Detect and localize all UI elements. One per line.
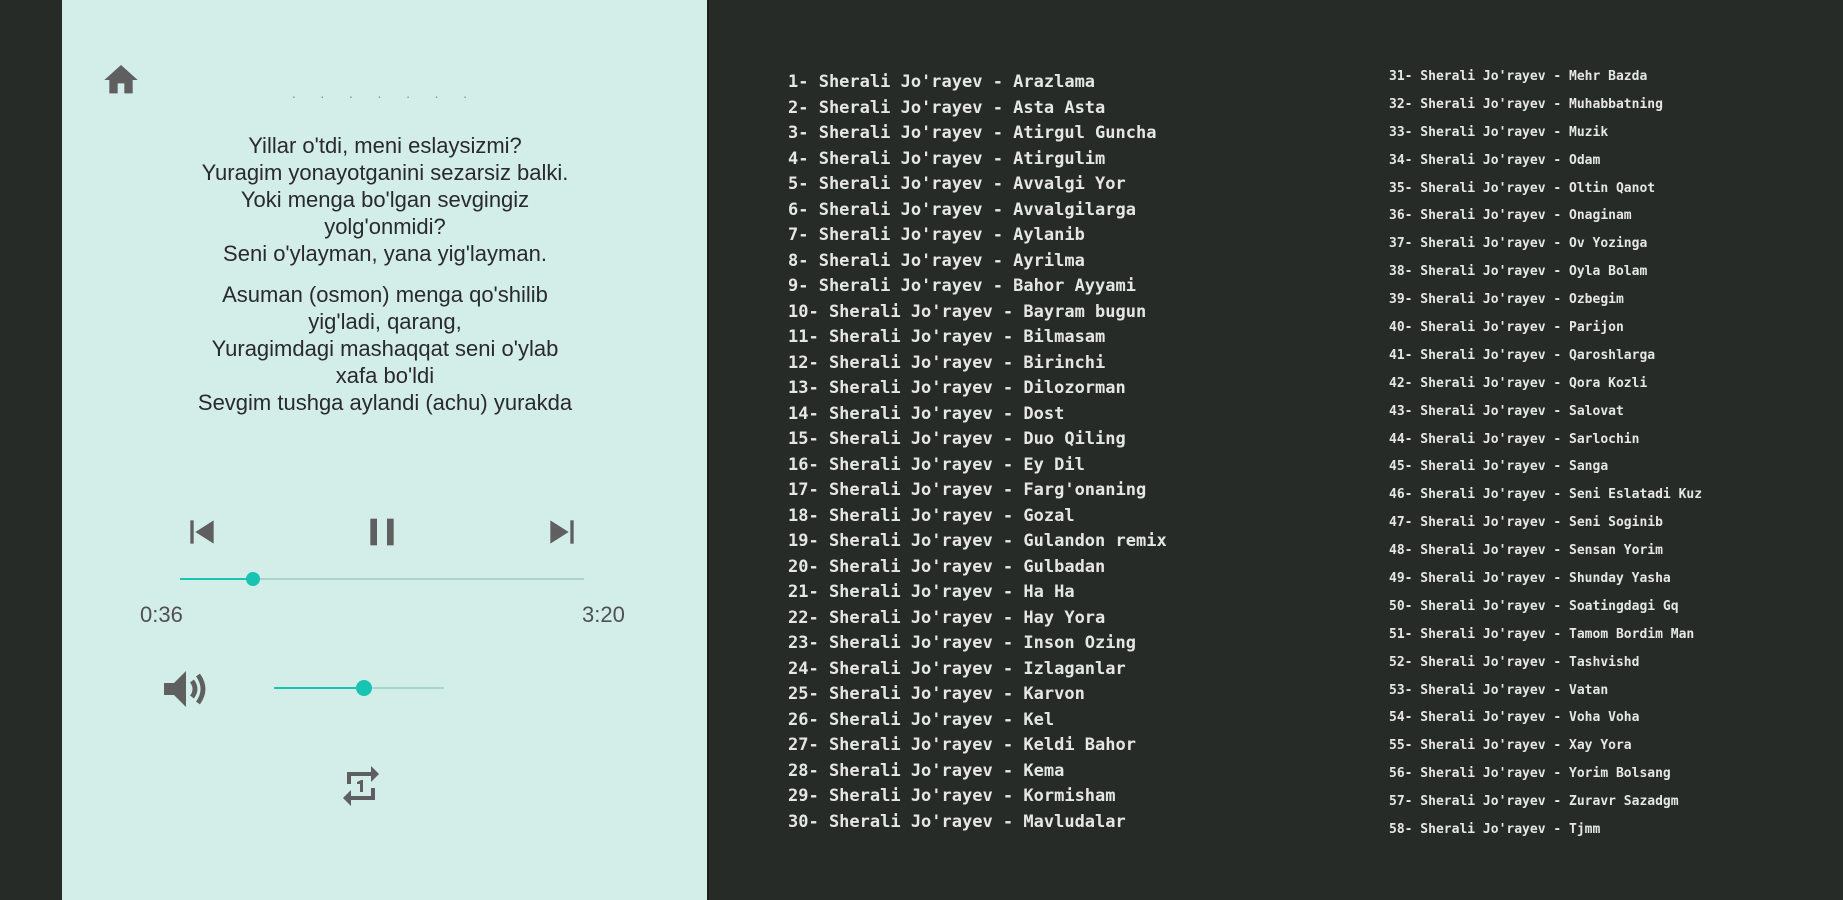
playlist-track[interactable]: 11- Sherali Jo'rayev - Bilmasam <box>788 325 1328 351</box>
playlist-track[interactable]: 57- Sherali Jo'rayev - Zuravr Sazadgm <box>1389 788 1809 816</box>
pause-icon[interactable] <box>362 512 402 552</box>
playlist-track[interactable]: 24- Sherali Jo'rayev - Izlaganlar <box>788 657 1328 683</box>
playlist-track[interactable]: 42- Sherali Jo'rayev - Qora Kozli <box>1389 370 1809 398</box>
playlist-track[interactable]: 47- Sherali Jo'rayev - Seni Soginib <box>1389 509 1809 537</box>
playlist-track[interactable]: 30- Sherali Jo'rayev - Mavludalar <box>788 810 1328 836</box>
playlist-track[interactable]: 4- Sherali Jo'rayev - Atirgulim <box>788 147 1328 173</box>
playlist-track[interactable]: 22- Sherali Jo'rayev - Hay Yora <box>788 606 1328 632</box>
playlist-track[interactable]: 10- Sherali Jo'rayev - Bayram bugun <box>788 300 1328 326</box>
skip-previous-icon[interactable] <box>180 512 224 552</box>
lyric-line: Yoki menga bo'lgan sevgingiz <box>240 187 530 212</box>
volume-slider-fill <box>274 687 365 689</box>
playlist-track[interactable]: 19- Sherali Jo'rayev - Gulandon remix <box>788 529 1328 555</box>
seek-bar-thumb[interactable] <box>245 572 260 586</box>
playlist-track[interactable]: 23- Sherali Jo'rayev - Inson Ozing <box>788 631 1328 657</box>
lyric-line: Seni o'ylayman, yana yig'layman. <box>223 241 547 266</box>
playlist-track[interactable]: 48- Sherali Jo'rayev - Sensan Yorim <box>1389 537 1809 565</box>
lyric-line: Sevgim tushga aylandi (achu) yurakda <box>197 390 573 415</box>
playlist-track[interactable]: 53- Sherali Jo'rayev - Vatan <box>1389 677 1809 705</box>
playlist-track[interactable]: 8- Sherali Jo'rayev - Ayrilma <box>788 249 1328 275</box>
lyrics-stanza: Yillar o'tdi, meni eslaysizmi? Yuragim y… <box>140 132 630 267</box>
playlist-track[interactable]: 33- Sherali Jo'rayev - Muzik <box>1389 119 1809 147</box>
playlist-track[interactable]: 51- Sherali Jo'rayev - Tamom Bordim Man <box>1389 621 1809 649</box>
seek-bar[interactable] <box>180 572 584 586</box>
total-time: 3:20 <box>582 602 625 627</box>
playlist-column-left: 1- Sherali Jo'rayev - Arazlama 2- Sherali… <box>788 70 1328 835</box>
playlist-track[interactable]: 45- Sherali Jo'rayev - Sanga <box>1389 453 1809 481</box>
playlist-track[interactable]: 9- Sherali Jo'rayev - Bahor Ayyami <box>788 274 1328 300</box>
playlist-track[interactable]: 37- Sherali Jo'rayev - Ov Yozinga <box>1389 230 1809 258</box>
playlist-column-right: 31- Sherali Jo'rayev - Mehr Bazda 32- She… <box>1389 63 1809 844</box>
lyrics-view[interactable]: Yillar o'tdi, meni eslaysizmi? Yuragim y… <box>140 132 630 418</box>
playlist-track[interactable]: 6- Sherali Jo'rayev - Avvalgilarga <box>788 198 1328 224</box>
playlist-track[interactable]: 3- Sherali Jo'rayev - Atirgul Guncha <box>788 121 1328 147</box>
playlist-track[interactable]: 21- Sherali Jo'rayev - Ha Ha <box>788 580 1328 606</box>
playlist-track[interactable]: 1- Sherali Jo'rayev - Arazlama <box>788 70 1328 96</box>
playlist-track[interactable]: 39- Sherali Jo'rayev - Ozbegim <box>1389 286 1809 314</box>
playlist-track[interactable]: 12- Sherali Jo'rayev - Birinchi <box>788 351 1328 377</box>
playlist-track[interactable]: 43- Sherali Jo'rayev - Salovat <box>1389 398 1809 426</box>
playlist-track[interactable]: 20- Sherali Jo'rayev - Gulbadan <box>788 555 1328 581</box>
playlist-track[interactable]: 40- Sherali Jo'rayev - Parijon <box>1389 314 1809 342</box>
lyric-line: Asuman (osmon) menga qo'shilib <box>222 282 548 307</box>
playlist-track[interactable]: 55- Sherali Jo'rayev - Xay Yora <box>1389 732 1809 760</box>
playlist-track[interactable]: 7- Sherali Jo'rayev - Aylanib <box>788 223 1328 249</box>
skip-next-icon[interactable] <box>540 512 584 552</box>
playlist-track[interactable]: 56- Sherali Jo'rayev - Yorim Bolsang <box>1389 760 1809 788</box>
repeat-one-icon[interactable] <box>336 762 386 810</box>
volume-slider-thumb[interactable] <box>356 680 373 696</box>
playlist-track[interactable]: 13- Sherali Jo'rayev - Dilozorman <box>788 376 1328 402</box>
playlist-track[interactable]: 54- Sherali Jo'rayev - Voha Voha <box>1389 704 1809 732</box>
playlist-track[interactable]: 52- Sherali Jo'rayev - Tashvishd <box>1389 649 1809 677</box>
playlist-track[interactable]: 27- Sherali Jo'rayev - Keldi Bahor <box>788 733 1328 759</box>
playlist-track[interactable]: 16- Sherali Jo'rayev - Ey Dil <box>788 453 1328 479</box>
playlist-track[interactable]: 17- Sherali Jo'rayev - Farg'onaning <box>788 478 1328 504</box>
playlist-track[interactable]: 34- Sherali Jo'rayev - Odam <box>1389 147 1809 175</box>
playlist-track[interactable]: 2- Sherali Jo'rayev - Asta Asta <box>788 96 1328 122</box>
lyrics-stanza: Asuman (osmon) menga qo'shilib yig'ladi,… <box>140 281 630 416</box>
playlist-track[interactable]: 18- Sherali Jo'rayev - Gozal <box>788 504 1328 530</box>
playlist-track[interactable]: 35- Sherali Jo'rayev - Oltin Qanot <box>1389 175 1809 203</box>
seek-bar-fill <box>180 578 253 580</box>
lyric-line: Yuragim yonayotganini sezarsiz balki. <box>201 160 569 185</box>
playlist-track[interactable]: 36- Sherali Jo'rayev - Onaginam <box>1389 202 1809 230</box>
playlist-track[interactable]: 31- Sherali Jo'rayev - Mehr Bazda <box>1389 63 1809 91</box>
volume-icon[interactable] <box>158 665 214 713</box>
current-time: 0:36 <box>140 602 183 627</box>
playlist-track[interactable]: 50- Sherali Jo'rayev - Soatingdagi Gq <box>1389 593 1809 621</box>
playlist-track[interactable]: 49- Sherali Jo'rayev - Shunday Yasha <box>1389 565 1809 593</box>
playlist-track[interactable]: 14- Sherali Jo'rayev - Dost <box>788 402 1328 428</box>
left-edge <box>0 0 62 900</box>
lyric-line: yig'ladi, qarang, <box>308 309 462 334</box>
lyric-line: xafa bo'ldi <box>335 363 435 388</box>
playlist-panel: 1- Sherali Jo'rayev - Arazlama 2- Sherali… <box>709 0 1843 900</box>
playlist-track[interactable]: 58- Sherali Jo'rayev - Tjmm <box>1389 816 1809 844</box>
playlist-track[interactable]: 41- Sherali Jo'rayev - Qaroshlarga <box>1389 342 1809 370</box>
playlist-track[interactable]: 44- Sherali Jo'rayev - Sarlochin <box>1389 426 1809 454</box>
playlist-track[interactable]: 38- Sherali Jo'rayev - Oyla Bolam <box>1389 258 1809 286</box>
lyrics-header: · · · · · · · <box>291 88 478 104</box>
playlist-track[interactable]: 28- Sherali Jo'rayev - Kema <box>788 759 1328 785</box>
lyric-line: Yillar o'tdi, meni eslaysizmi? <box>248 133 522 158</box>
playlist-track[interactable]: 32- Sherali Jo'rayev - Muhabbatning <box>1389 91 1809 119</box>
playlist-track[interactable]: 46- Sherali Jo'rayev - Seni Eslatadi Kuz <box>1389 481 1809 509</box>
playlist-track[interactable]: 26- Sherali Jo'rayev - Kel <box>788 708 1328 734</box>
lyric-line: Yuragimdagi mashaqqat seni o'ylab <box>211 336 559 361</box>
playlist-track[interactable]: 25- Sherali Jo'rayev - Karvon <box>788 682 1328 708</box>
playlist-track[interactable]: 5- Sherali Jo'rayev - Avvalgi Yor <box>788 172 1328 198</box>
volume-slider[interactable] <box>274 680 444 696</box>
lyric-line: yolg'onmidi? <box>324 214 446 239</box>
app-root: · · · · · · · Yillar o'tdi, meni eslaysi… <box>0 0 1843 900</box>
playlist-track[interactable]: 29- Sherali Jo'rayev - Kormisham <box>788 784 1328 810</box>
playlist-track[interactable]: 15- Sherali Jo'rayev - Duo Qiling <box>788 427 1328 453</box>
